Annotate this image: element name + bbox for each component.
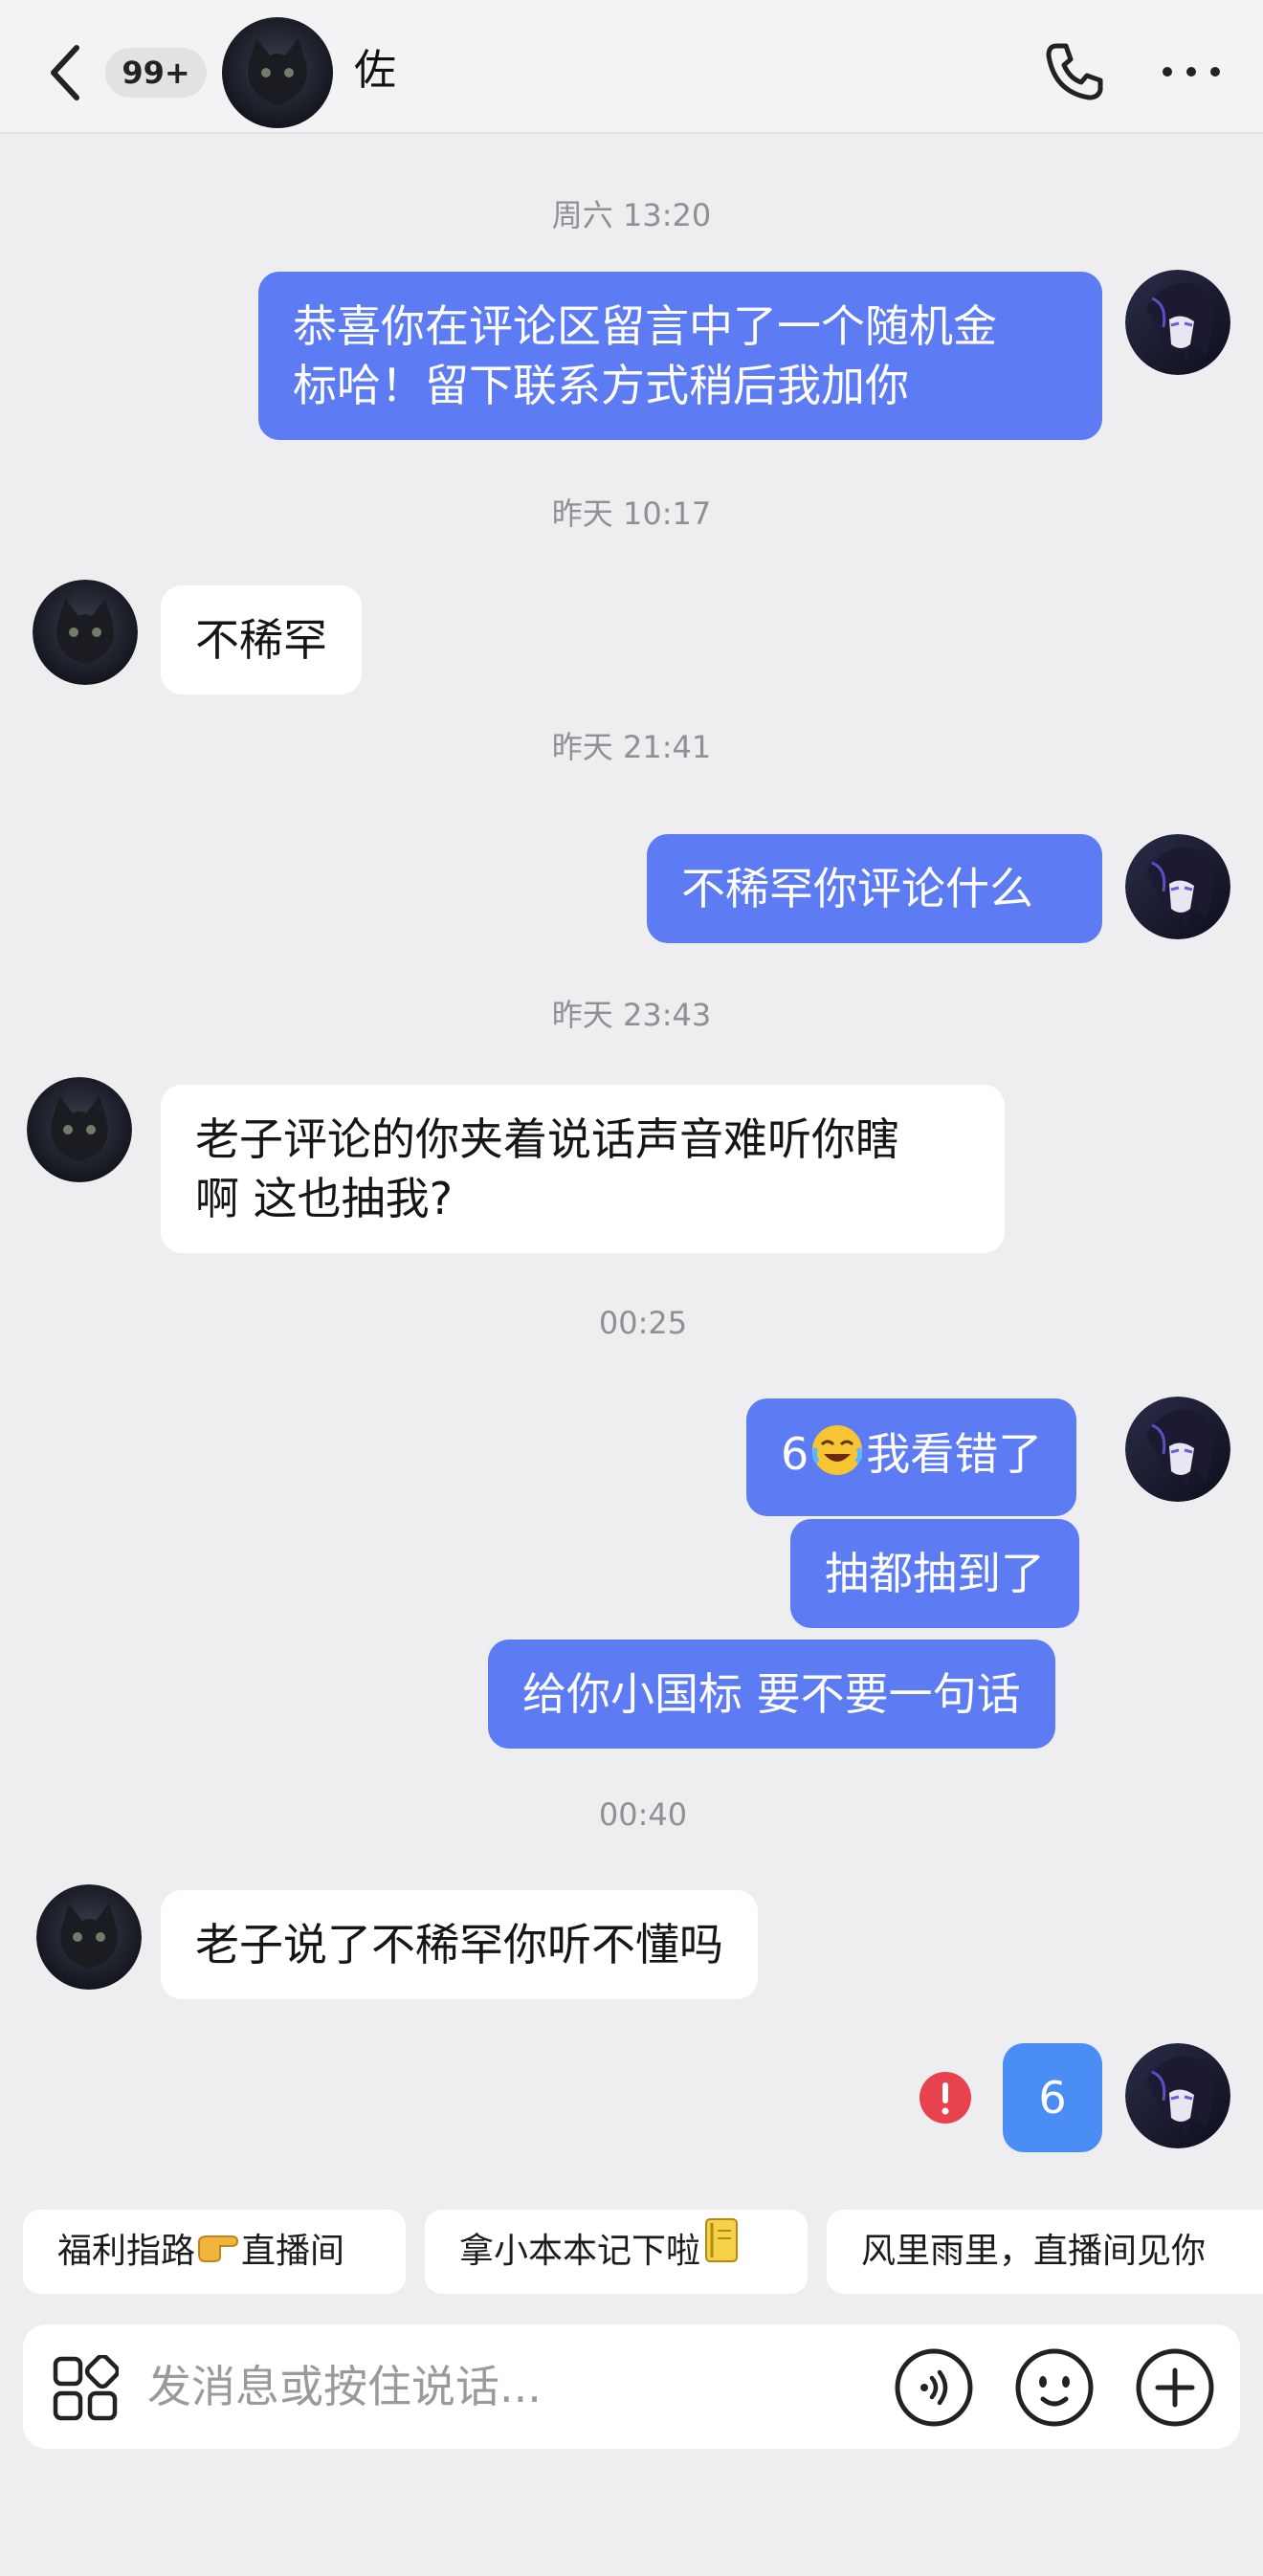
- outgoing-message[interactable]: 6 我看错了: [746, 1398, 1077, 1516]
- incoming-message[interactable]: 不稀罕: [161, 585, 362, 694]
- apps-button[interactable]: [52, 2353, 121, 2422]
- contact-name[interactable]: 佐: [354, 42, 396, 99]
- unread-count-badge[interactable]: 99+: [105, 48, 207, 98]
- quick-reply-chip[interactable]: 拿小本本记下啦: [425, 2210, 808, 2294]
- quick-reply-text: 福利指路: [57, 2232, 196, 2271]
- send-failed-icon[interactable]: [919, 2071, 972, 2125]
- contact-avatar[interactable]: [36, 1884, 142, 1990]
- self-avatar[interactable]: [1125, 1397, 1230, 1502]
- message-line: 啊 这也抽我?: [195, 1173, 454, 1224]
- message-timestamp: 昨天 21:41: [551, 729, 712, 765]
- quick-reply-chip[interactable]: 福利指路 直播间: [23, 2210, 406, 2294]
- message-timestamp: 昨天 23:43: [551, 997, 712, 1033]
- smiley-icon: [1015, 2348, 1094, 2427]
- message-line: 老子评论的你夹着说话声音难听你瞎: [195, 1113, 899, 1165]
- more-options-button[interactable]: [1158, 38, 1225, 105]
- quick-reply-chip[interactable]: 风里雨里，直播间见你: [827, 2210, 1263, 2294]
- emoji-button[interactable]: [1014, 2347, 1095, 2428]
- phone-icon: [1046, 43, 1103, 100]
- more-functions-button[interactable]: [1135, 2347, 1215, 2428]
- quick-reply-text: 拿小本本记下啦: [459, 2232, 701, 2271]
- self-avatar[interactable]: [1125, 2043, 1230, 2148]
- message-text: 我看错了: [866, 1428, 1043, 1480]
- quick-reply-text: 直播间: [241, 2232, 345, 2271]
- outgoing-message[interactable]: 恭喜你在评论区留言中了一个随机金 标哈！留下联系方式稍后我加你: [258, 272, 1102, 440]
- apps-grid-icon: [53, 2353, 121, 2421]
- incoming-message[interactable]: 老子评论的你夹着说话声音难听你瞎 啊 这也抽我?: [161, 1085, 1005, 1253]
- notebook-emoji: [702, 2211, 741, 2294]
- outgoing-message[interactable]: 给你小国标 要不要一句话: [488, 1640, 1055, 1749]
- outgoing-message[interactable]: 抽都抽到了: [790, 1519, 1079, 1628]
- more-dots-icon: [1163, 67, 1220, 77]
- quick-reply-text: 风里雨里，直播间见你: [861, 2232, 1207, 2271]
- message-timestamp: 昨天 10:17: [551, 495, 712, 532]
- contact-avatar[interactable]: [27, 1077, 132, 1182]
- message-timestamp: 周六 13:20: [551, 197, 712, 233]
- outgoing-message[interactable]: 不稀罕你评论什么: [647, 834, 1102, 943]
- outgoing-message[interactable]: 6: [1003, 2043, 1102, 2152]
- message-line: 恭喜你在评论区留言中了一个随机金: [293, 300, 997, 352]
- plus-icon: [1136, 2348, 1214, 2427]
- contact-avatar[interactable]: [222, 17, 333, 128]
- message-line: 标哈！留下联系方式稍后我加你: [293, 360, 909, 411]
- laughing-crying-emoji: [810, 1423, 864, 1491]
- message-timestamp: 00:25: [598, 1305, 688, 1341]
- contact-avatar[interactable]: [33, 580, 138, 685]
- message-input[interactable]: [147, 2344, 875, 2430]
- self-avatar[interactable]: [1125, 834, 1230, 939]
- message-timestamp: 00:40: [598, 1796, 688, 1833]
- incoming-message[interactable]: 老子说了不稀罕你听不懂吗: [161, 1890, 758, 1999]
- self-avatar[interactable]: [1125, 270, 1230, 375]
- message-input-bar: [23, 2324, 1240, 2449]
- voice-input-button[interactable]: [894, 2347, 974, 2428]
- chevron-left-icon: [51, 45, 79, 100]
- voice-icon: [895, 2348, 973, 2427]
- chat-header: 99+ 佐: [0, 0, 1263, 134]
- message-text: 6: [781, 1428, 809, 1480]
- call-button[interactable]: [1041, 38, 1108, 105]
- pointing-right-emoji: [197, 2211, 239, 2294]
- back-button[interactable]: [42, 38, 90, 105]
